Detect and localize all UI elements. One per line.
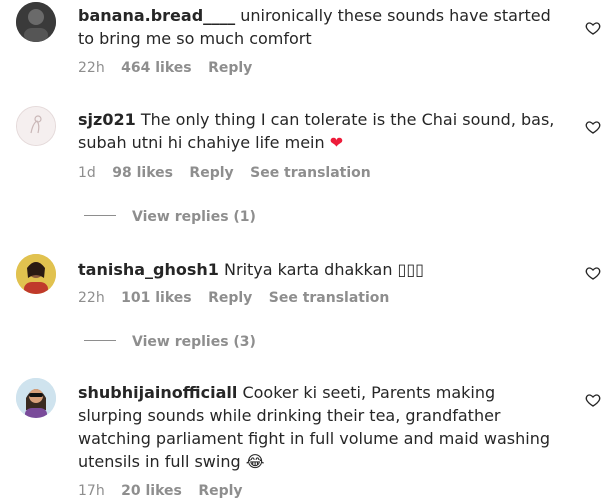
comment-body: banana.bread____ unironically these soun… — [78, 4, 558, 50]
comment-username[interactable]: banana.bread____ — [78, 6, 235, 25]
comment-text: Nritya karta dhakkan ▯▯▯ — [224, 260, 424, 279]
comment-body: tanisha_ghosh1 Nritya karta dhakkan ▯▯▯ — [78, 258, 558, 281]
comment-likes[interactable]: 98 likes — [112, 165, 173, 181]
comment-meta: 22h 101 likes Reply See translation — [78, 290, 401, 306]
comment-likes[interactable]: 20 likes — [121, 483, 182, 499]
view-replies-label: View replies (3) — [132, 334, 256, 350]
heart-emoji: ❤ — [329, 133, 344, 152]
comment-body: sjz021 The only thing I can tolerate is … — [78, 108, 558, 154]
heart-icon[interactable] — [585, 119, 601, 135]
avatar[interactable] — [16, 106, 56, 146]
reply-button[interactable]: Reply — [208, 290, 252, 306]
comment-body: shubhijainofficiall Cooker ki seeti, Par… — [78, 381, 558, 473]
replies-divider — [84, 214, 116, 216]
heart-icon[interactable] — [585, 20, 601, 36]
view-replies-button[interactable]: View replies (3) — [84, 334, 256, 350]
comment-time: 17h — [78, 483, 105, 499]
comment-text: The only thing I can tolerate is the Cha… — [78, 110, 555, 152]
heart-icon[interactable] — [585, 392, 601, 408]
avatar[interactable] — [16, 2, 56, 42]
comment-likes[interactable]: 101 likes — [121, 290, 191, 306]
reply-button[interactable]: Reply — [198, 483, 242, 499]
comment-likes[interactable]: 464 likes — [121, 60, 191, 76]
reply-button[interactable]: Reply — [208, 60, 252, 76]
comment-time: 22h — [78, 290, 105, 306]
view-replies-button[interactable]: View replies (1) — [84, 209, 256, 225]
see-translation-button[interactable]: See translation — [269, 290, 390, 306]
heart-icon[interactable] — [585, 265, 601, 281]
comment-username[interactable]: tanisha_ghosh1 — [78, 260, 219, 279]
laughing-emoji: 😂 — [245, 452, 265, 471]
comment-username[interactable]: shubhijainofficiall — [78, 383, 237, 402]
comment-time: 22h — [78, 60, 105, 76]
comment-username[interactable]: sjz021 — [78, 110, 136, 129]
comment-meta: 22h 464 likes Reply — [78, 60, 264, 76]
comment-meta: 17h 20 likes Reply — [78, 483, 255, 499]
comment-meta: 1d 98 likes Reply See translation — [78, 165, 383, 181]
reply-button[interactable]: Reply — [189, 165, 233, 181]
comment-time: 1d — [78, 165, 96, 181]
see-translation-button[interactable]: See translation — [250, 165, 371, 181]
avatar[interactable] — [16, 254, 56, 294]
avatar[interactable] — [16, 378, 56, 418]
view-replies-label: View replies (1) — [132, 209, 256, 225]
replies-divider — [84, 339, 116, 341]
